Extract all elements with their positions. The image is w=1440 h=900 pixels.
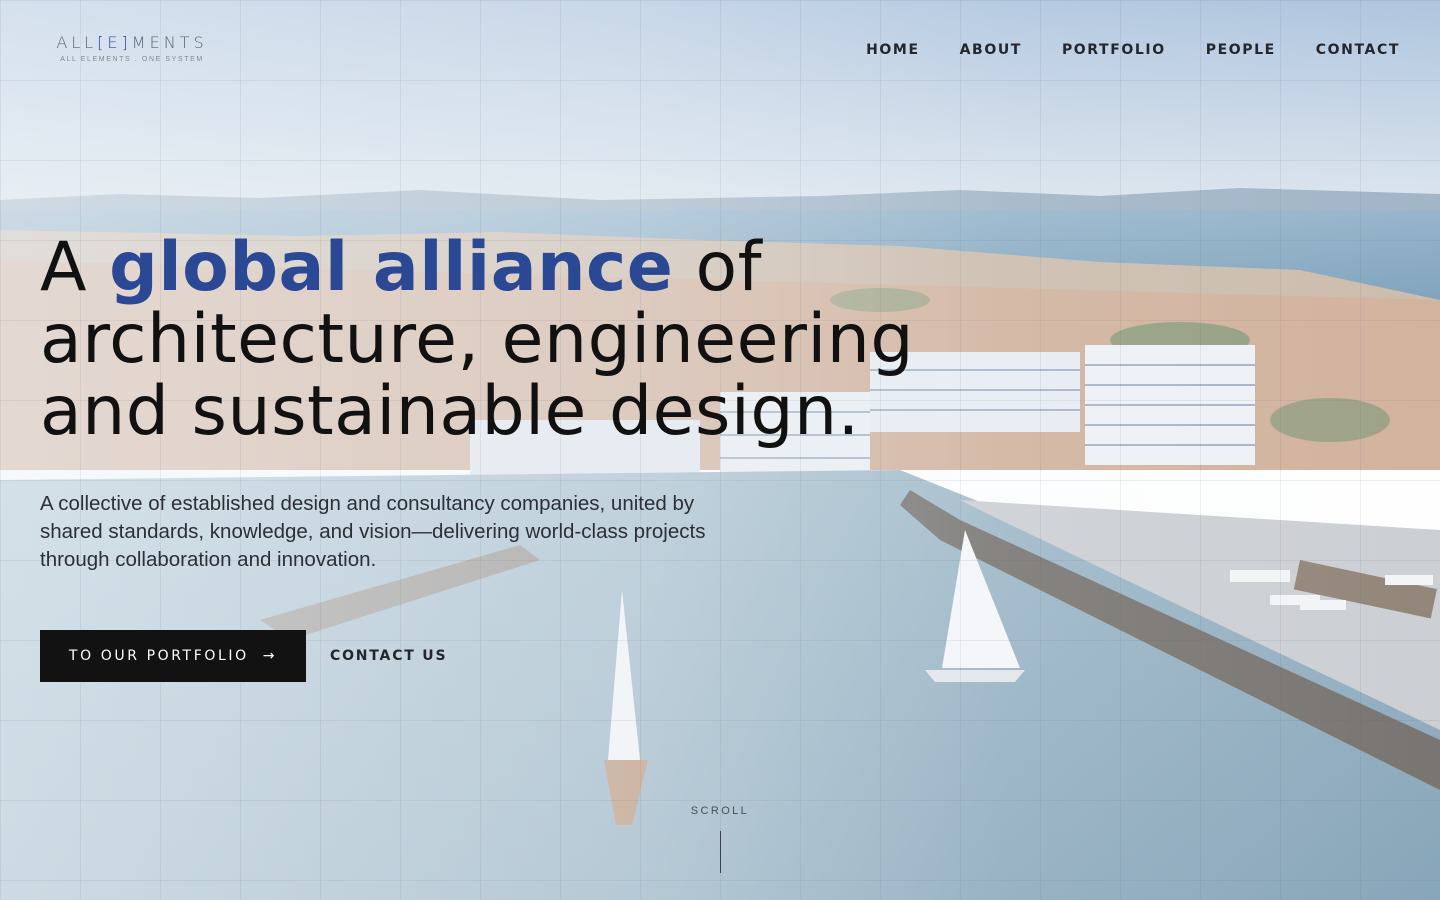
scroll-line <box>719 831 721 873</box>
headline-highlight: global alliance <box>109 228 674 307</box>
nav-about[interactable]: ABOUT <box>960 42 1022 58</box>
scroll-label: SCROLL <box>690 805 750 817</box>
cta-row: TO OUR PORTFOLIO → CONTACT US <box>40 630 447 682</box>
scroll-indicator[interactable]: SCROLL <box>672 805 768 873</box>
logo-tagline: ALL ELEMENTS . ONE SYSTEM <box>60 56 204 63</box>
nav-contact[interactable]: CONTACT <box>1316 42 1400 58</box>
hero-headline: A global alliance of architecture, engin… <box>40 228 915 451</box>
hero-subtext: A collective of established design and c… <box>40 492 706 571</box>
site-header: ALL[E]MENTS ALL ELEMENTS . ONE SYSTEM HO… <box>0 0 1440 100</box>
logo-wordmark: ALL[E]MENTS <box>56 33 208 52</box>
arrow-right-icon: → <box>262 648 278 664</box>
main-nav: HOME ABOUT PORTFOLIO PEOPLE CONTACT <box>866 42 1400 58</box>
portfolio-button-label: TO OUR PORTFOLIO <box>68 648 249 664</box>
nav-home[interactable]: HOME <box>866 42 920 58</box>
brand-logo[interactable]: ALL[E]MENTS ALL ELEMENTS . ONE SYSTEM <box>47 33 217 63</box>
nav-portfolio[interactable]: PORTFOLIO <box>1062 42 1166 58</box>
portfolio-button[interactable]: TO OUR PORTFOLIO → <box>40 630 306 682</box>
hero-section: A global alliance of architecture, engin… <box>40 232 920 448</box>
contact-us-button[interactable]: CONTACT US <box>330 648 447 664</box>
nav-people[interactable]: PEOPLE <box>1206 42 1276 58</box>
